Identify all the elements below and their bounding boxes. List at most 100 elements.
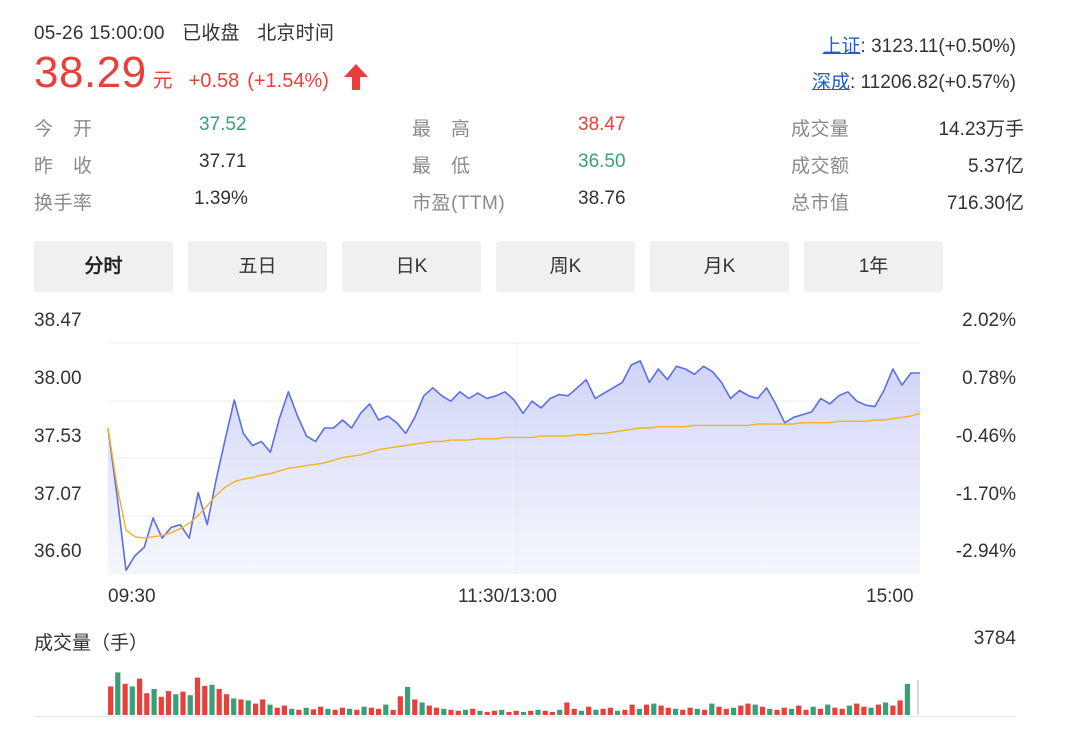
volume-bar — [875, 704, 881, 715]
volume-bar — [680, 709, 686, 715]
volume-bar — [868, 707, 874, 715]
volume-bar — [701, 709, 708, 715]
volume-bar — [354, 709, 360, 715]
volume-bar — [759, 706, 766, 715]
volume-bar — [528, 710, 534, 715]
volume-bar — [629, 704, 635, 715]
volume-bar — [781, 707, 787, 715]
volume-bar — [644, 704, 650, 715]
volume-bar — [165, 691, 172, 715]
volume-bar — [441, 708, 447, 715]
volume-bar — [716, 706, 722, 715]
volume-bar — [542, 710, 548, 715]
price-area-fill — [108, 360, 920, 573]
volume-bar — [825, 704, 831, 715]
volume-bar — [730, 707, 737, 715]
volume-bar — [636, 708, 642, 715]
volume-bar — [252, 703, 259, 715]
volume-bar — [202, 685, 208, 715]
volume-bar — [788, 708, 795, 715]
volume-bar — [673, 708, 679, 715]
intraday-chart — [107, 321, 921, 715]
volume-bar — [810, 706, 816, 715]
volume-bar — [238, 699, 244, 715]
volume-bar — [564, 702, 570, 715]
volume-bar — [593, 709, 599, 715]
volume-bar — [615, 710, 621, 715]
volume-bar — [890, 705, 896, 715]
volume-bar — [325, 708, 331, 715]
volume-bar — [397, 696, 403, 715]
volume-bar — [535, 709, 541, 715]
volume-bar — [151, 689, 157, 715]
volume-bar — [883, 702, 889, 715]
volume-bar — [665, 707, 671, 715]
volume-bar — [303, 707, 309, 715]
volume-bar — [774, 709, 780, 715]
volume-bar — [767, 708, 773, 715]
volume-bar — [745, 703, 751, 715]
volume-bar — [854, 703, 860, 715]
volume-bar — [347, 708, 353, 715]
volume-bar — [267, 704, 273, 715]
volume-bar-current — [917, 680, 919, 715]
volume-bar — [803, 709, 809, 715]
volume-bar — [470, 708, 476, 715]
volume-bar — [651, 703, 657, 715]
volume-bar — [310, 709, 316, 715]
volume-bar — [622, 709, 628, 715]
volume-bar — [723, 708, 729, 715]
volume-bar — [462, 709, 469, 715]
volume-bar — [861, 706, 867, 715]
volume-bar — [419, 702, 425, 715]
volume-bar — [520, 711, 527, 715]
bottom-divider — [34, 716, 1016, 717]
volume-max-label: 3784 — [973, 628, 1016, 649]
volume-bar — [108, 686, 114, 715]
volume-bar — [216, 689, 222, 715]
volume-bar — [709, 703, 715, 715]
volume-bar — [499, 709, 505, 715]
volume-bar — [796, 705, 802, 715]
volume-bars — [108, 672, 919, 715]
volume-title: 成交量（手） — [34, 633, 149, 654]
volume-bar — [600, 708, 606, 715]
volume-bar — [296, 709, 302, 715]
volume-bar — [752, 704, 758, 715]
volume-bar — [223, 694, 230, 715]
volume-bar — [339, 707, 345, 715]
volume-bar — [571, 708, 577, 715]
volume-bar — [376, 708, 382, 715]
volume-bar — [557, 709, 563, 715]
volume-bar — [274, 707, 280, 715]
volume-bar — [245, 700, 251, 715]
volume-bar — [738, 705, 744, 715]
volume-bar — [281, 705, 287, 715]
volume-bar — [260, 699, 266, 715]
volume-bar — [180, 691, 186, 715]
volume-bar — [332, 709, 338, 715]
volume-bar — [477, 710, 483, 715]
volume-bar — [129, 686, 135, 715]
volume-bar — [687, 707, 693, 715]
volume-bar — [390, 709, 396, 715]
volume-bar — [144, 693, 150, 715]
volume-bar — [412, 699, 418, 715]
volume-bar — [209, 684, 215, 715]
volume-bar — [549, 711, 555, 715]
volume-bar — [846, 705, 852, 715]
volume-bar — [361, 706, 367, 715]
volume-bar — [137, 678, 143, 715]
volume-bar — [904, 683, 910, 715]
volume-bar — [897, 700, 903, 715]
volume-bar — [318, 706, 324, 715]
volume-bar — [289, 708, 295, 715]
volume-bar — [158, 696, 164, 715]
volume-bar — [658, 705, 664, 715]
volume-bar — [694, 708, 700, 715]
volume-bar — [586, 706, 592, 715]
volume-bar — [455, 710, 461, 715]
price-area — [108, 360, 920, 573]
volume-bar — [506, 711, 512, 715]
volume-bar — [832, 707, 838, 715]
